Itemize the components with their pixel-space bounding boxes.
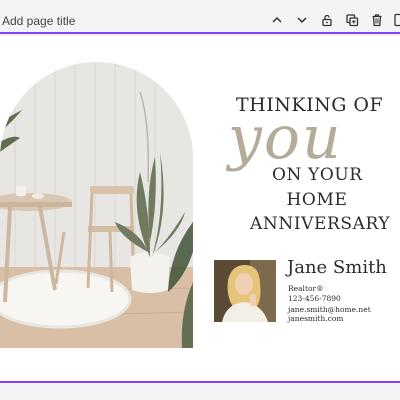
headline-on-your[interactable]: ON YOUR [272,165,362,185]
chevron-up-icon [272,16,282,23]
next-page-edge [0,381,400,400]
duplicate-icon [346,14,359,27]
agent-name[interactable]: Jane Smith [287,257,387,278]
headline-you-script[interactable]: you [228,108,343,168]
editor-stage: Add page title THINKING OF you ON YOUR H… [0,0,400,400]
add-page-icon [394,13,400,27]
agent-title[interactable]: Realtor® [288,284,324,293]
move-page-down-button[interactable] [293,11,311,29]
lock-icon [322,14,332,27]
page-toolbar: Add page title [0,0,400,34]
agent-phone[interactable]: 123-456-7890 [288,294,341,303]
move-page-up-button[interactable] [268,11,286,29]
delete-page-button[interactable] [368,11,386,29]
agent-photo[interactable] [214,260,276,322]
design-page[interactable]: THINKING OF you ON YOUR HOME ANNIVERSARY… [0,36,400,381]
headline-home[interactable]: HOME [272,190,362,210]
page-title-input[interactable]: Add page title [2,14,75,28]
trash-icon [372,14,382,27]
chevron-down-icon [297,17,307,24]
add-page-button[interactable] [392,11,400,29]
agent-email[interactable]: jane.smith@home.net [288,305,371,314]
duplicate-page-button[interactable] [343,11,361,29]
agent-website[interactable]: janesmith.com [288,314,343,323]
headline-anniversary[interactable]: ANNIVERSARY [250,214,390,234]
interior-photo[interactable] [0,62,193,348]
lock-page-button[interactable] [318,11,336,29]
